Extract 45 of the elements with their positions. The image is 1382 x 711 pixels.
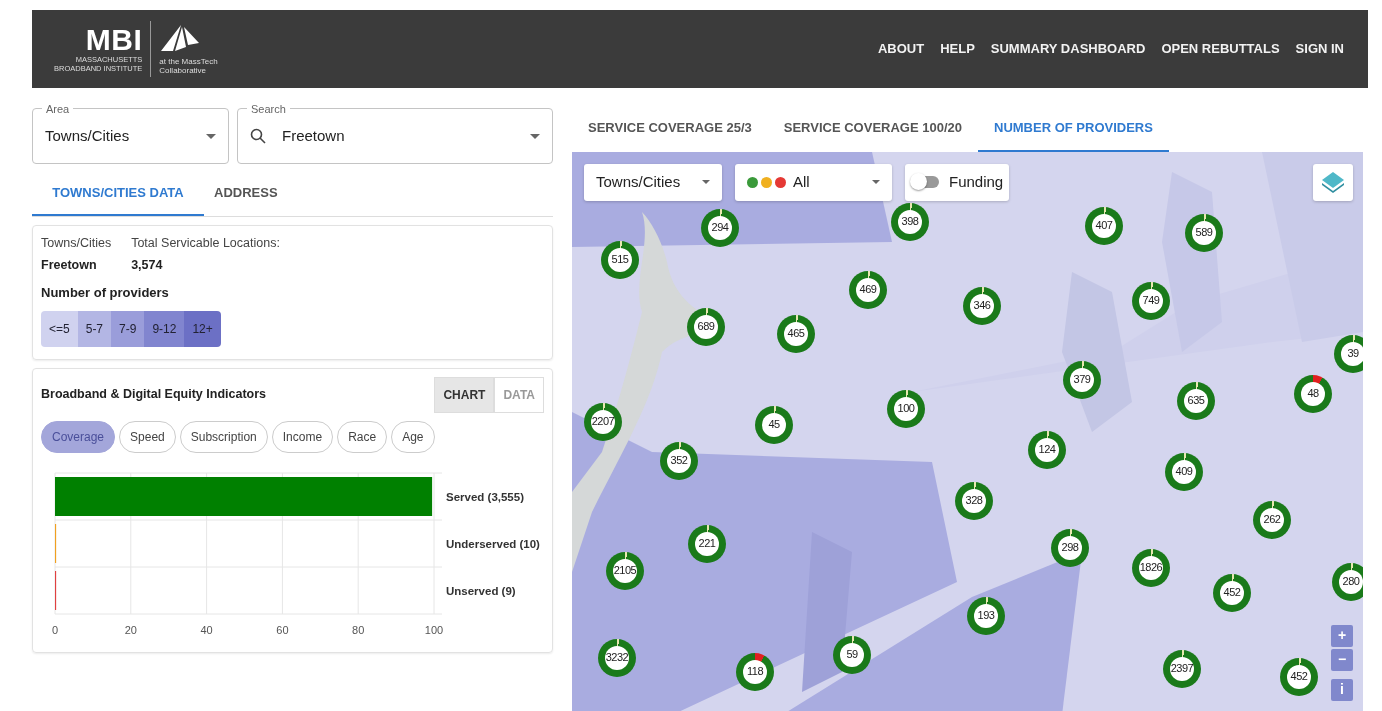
filter-chip[interactable]: Race <box>337 420 388 453</box>
tick-label: 80 <box>352 623 365 636</box>
search-icon <box>250 128 266 144</box>
logo-title: MBI <box>85 25 143 55</box>
tab[interactable]: SERVICE COVERAGE 25/3 <box>572 108 768 152</box>
funding-toggle[interactable]: Funding <box>905 163 1010 201</box>
town-name: Freetown <box>41 257 98 275</box>
nav-link[interactable]: HELP <box>940 39 975 59</box>
category-label: Underserved (10) <box>446 537 540 549</box>
filter-chip[interactable]: Income <box>271 420 334 453</box>
legend-item: 9-12 <box>144 310 185 347</box>
legend-item: 5-7 <box>77 310 112 347</box>
tick-label: 0 <box>51 623 59 636</box>
area-select[interactable]: Towns/Cities <box>584 163 722 201</box>
label: Total Servicable Locations: <box>131 234 280 252</box>
legend-item: 7-9 <box>111 310 145 347</box>
tab[interactable]: ADDRESS <box>204 172 288 216</box>
tick-label: 40 <box>200 623 213 636</box>
filter-value: All <box>793 171 810 192</box>
tab[interactable]: TOWNS/CITIES DATA <box>32 172 204 216</box>
logo-caption: Collaborative <box>159 66 208 76</box>
category-label: Served (3,555) <box>446 490 524 502</box>
logo-caption: at the MassTech <box>159 56 218 66</box>
layers-icon <box>1320 169 1346 195</box>
nav-link[interactable]: SUMMARY DASHBOARD <box>990 39 1146 59</box>
nav-link[interactable]: ABOUT <box>877 39 925 59</box>
location-count: 3,574 <box>131 257 164 275</box>
tick-label: 100 <box>424 623 444 636</box>
section-title: Broadband & Digital Equity Indicators <box>41 386 267 404</box>
filter-chip[interactable]: Age <box>391 420 435 453</box>
nav-link[interactable]: SIGN IN <box>1295 39 1344 59</box>
category-label: Unserved (9) <box>446 584 516 596</box>
legend-title: Number of providers <box>41 284 170 302</box>
legend-item: 12+ <box>184 310 221 347</box>
tick-label: 20 <box>124 623 137 636</box>
tick-label: 60 <box>276 623 289 636</box>
filter-chip[interactable]: Subscription <box>179 420 268 453</box>
filter-chip[interactable]: Speed <box>119 420 176 453</box>
label: Towns/Cities <box>41 234 112 252</box>
toggle-button[interactable]: CHART <box>434 376 495 413</box>
status-filter[interactable]: All <box>735 163 892 201</box>
legend-item: <=5 <box>41 310 78 347</box>
layers-button[interactable] <box>1313 163 1353 201</box>
nav-link[interactable]: OPEN REBUTTALS <box>1161 39 1280 59</box>
tab[interactable]: SERVICE COVERAGE 100/20 <box>767 108 978 152</box>
